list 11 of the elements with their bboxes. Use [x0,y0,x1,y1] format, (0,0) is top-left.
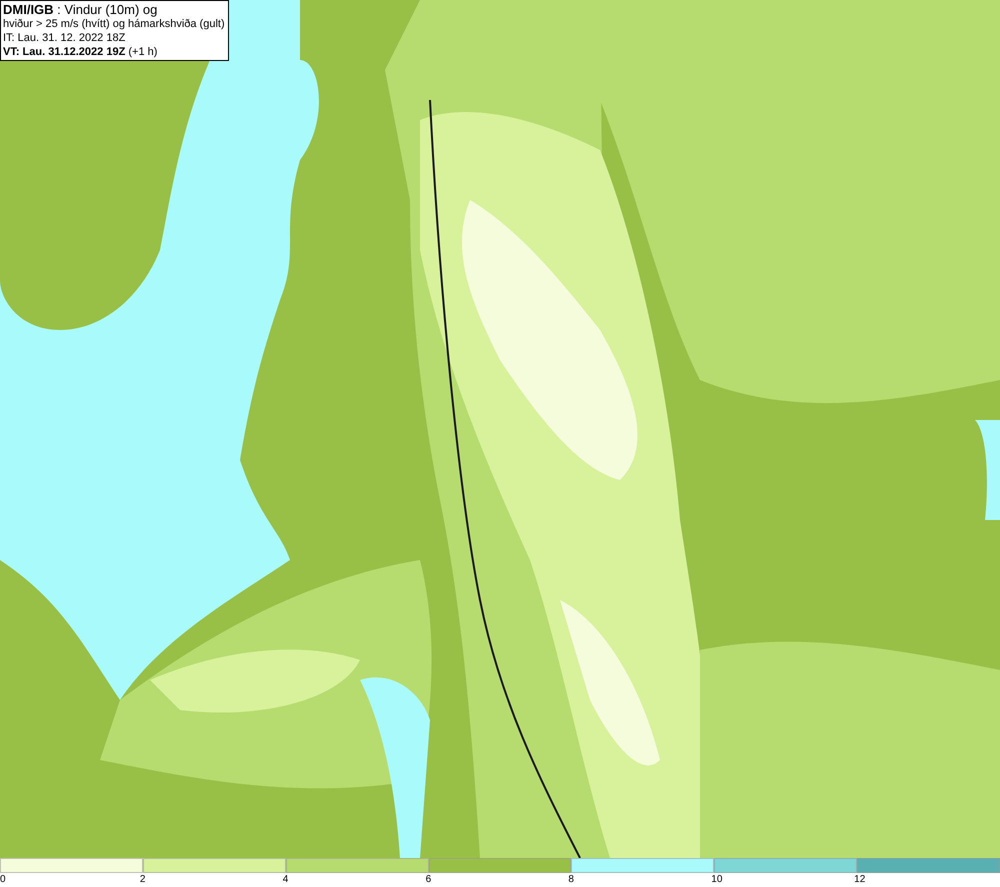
legend-label: 6 [426,874,432,886]
legend-label: 8 [568,874,574,886]
legend-label: 4 [282,874,288,886]
title-line: DMI/IGB : Vindur (10m) og [3,2,158,17]
title-line: IT: Lau. 31. 12. 2022 18Z [3,31,126,45]
legend-label: 12 [854,874,866,886]
legend-label: 2 [140,874,146,886]
legend-label: 0 [0,874,6,886]
title-line: hviður > 25 m/s (hvítt) og hámarkshviða (gult) [3,17,226,31]
title-line: VT: Lau. 31.12.2022 19Z (+1 h) [3,45,158,59]
legend-label: 10 [711,874,722,886]
